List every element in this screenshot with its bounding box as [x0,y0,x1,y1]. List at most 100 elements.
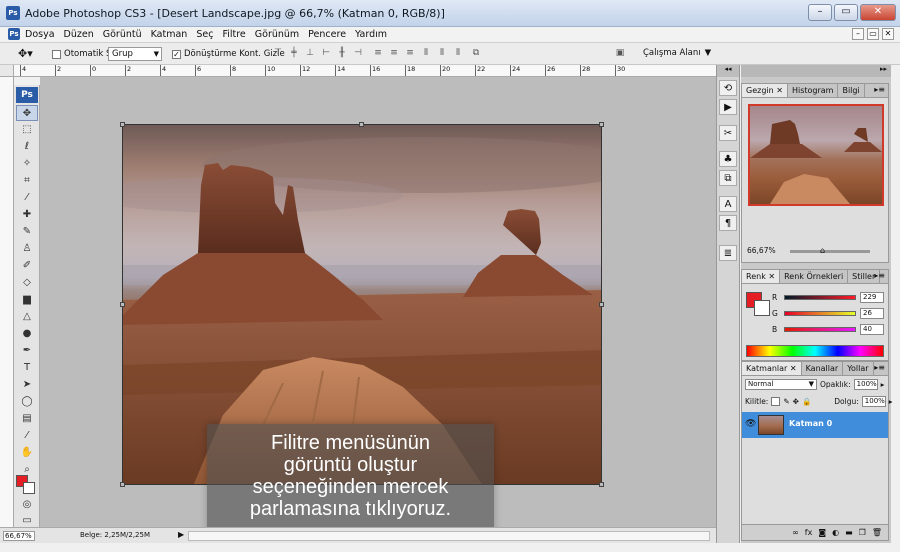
quick-mask-icon[interactable]: ◎ [16,497,38,513]
align-bottom-icon[interactable]: ⊥ [304,47,316,59]
actions-panel-icon[interactable]: ▶ [719,99,737,115]
menu-gorunum[interactable]: Görünüm [255,29,299,40]
marquee-tool-icon[interactable]: ⬚ [16,122,38,138]
auto-select-checkbox[interactable] [52,49,61,59]
align-top-icon[interactable]: ⊤ [272,47,284,59]
tab-renk[interactable]: Renk ✕ [742,270,781,283]
distribute-right-icon[interactable]: ⫴ [452,47,464,59]
crop-tool-icon[interactable]: ⌗ [16,173,38,189]
maximize-button[interactable]: ▭ [834,4,858,21]
red-slider[interactable] [784,295,856,300]
color-spectrum-bar[interactable] [746,345,884,357]
color-background-swatch[interactable] [754,300,770,316]
brushes-panel-icon[interactable]: ♣ [719,151,737,167]
menu-dosya[interactable]: Dosya [25,29,55,40]
tab-histogram[interactable]: Histogram [788,84,839,97]
ruler-origin[interactable] [0,65,14,77]
red-value-field[interactable]: 229 [860,292,884,303]
status-menu-arrow-icon[interactable]: ▶ [178,530,184,539]
blend-mode-dropdown[interactable]: Normal ▼ [745,379,817,390]
transform-controls-checkbox[interactable]: ✓ [172,49,181,59]
align-vcenter-icon[interactable]: ╪ [288,47,300,59]
menu-pencere[interactable]: Pencere [308,29,346,40]
notes-tool-icon[interactable]: ▤ [16,411,38,427]
collapse-arrows-icon[interactable]: ◂◂ [717,65,739,77]
distribute-top-icon[interactable]: ≡ [372,47,384,59]
new-group-icon[interactable]: ▬ [845,528,853,537]
menu-sec[interactable]: Seç [196,29,213,40]
blur-tool-icon[interactable]: △ [16,309,38,325]
doc-minimize-button[interactable]: – [852,28,864,40]
green-slider[interactable] [784,311,856,316]
distribute-bottom-icon[interactable]: ≡ [404,47,416,59]
panel-menu-icon[interactable]: ▸≡ [874,363,885,372]
doc-close-button[interactable]: ✕ [882,28,894,40]
move-tool-icon[interactable]: ✥ [16,105,38,121]
layer-mask-icon[interactable]: ◙ [818,528,826,537]
bridge-icon[interactable]: ▣ [614,47,626,59]
transform-controls-option[interactable]: ✓ Dönüştürme Kont. Gizle [172,49,285,59]
link-layers-icon[interactable]: ∞ [792,528,799,537]
magic-wand-tool-icon[interactable]: ✧ [16,156,38,172]
navigator-zoom-slider[interactable]: ⌂ [790,246,870,255]
lock-transparent-icon[interactable] [771,397,781,406]
new-layer-icon[interactable]: ❐ [859,528,866,537]
history-brush-tool-icon[interactable]: ✐ [16,258,38,274]
menu-yardim[interactable]: Yardım [355,29,387,40]
shape-tool-icon[interactable]: ◯ [16,394,38,410]
panel-menu-icon[interactable]: ≣ [719,245,737,261]
dodge-tool-icon[interactable]: ● [16,326,38,342]
pen-tool-icon[interactable]: ✒ [16,343,38,359]
type-tool-icon[interactable]: T [16,360,38,376]
document-size[interactable]: Belge: 2,25M/2,25M [80,531,150,539]
distribute-hcenter-icon[interactable]: ⫴ [436,47,448,59]
character-panel-icon[interactable]: A [719,196,737,212]
paragraph-panel-icon[interactable]: ¶ [719,215,737,231]
slider-knob-icon[interactable]: ⌂ [820,246,825,255]
photoshop-logo[interactable]: Ps [16,87,38,103]
tab-renk-ornekleri[interactable]: Renk Örnekleri [780,270,849,283]
transform-handle[interactable] [599,302,604,307]
horizontal-scrollbar[interactable] [188,531,710,541]
adjustment-layer-icon[interactable]: ◐ [832,528,839,537]
history-panel-icon[interactable]: ⟲ [719,80,737,96]
align-left-icon[interactable]: ⊢ [320,47,332,59]
green-value-field[interactable]: 26 [860,308,884,319]
eye-visibility-icon[interactable]: 👁 [745,419,756,429]
align-right-icon[interactable]: ⊣ [352,47,364,59]
hand-tool-icon[interactable]: ✋ [16,445,38,461]
transform-handle[interactable] [359,122,364,127]
eraser-tool-icon[interactable]: ◇ [16,275,38,291]
tab-gezgin[interactable]: Gezgin ✕ [742,84,788,97]
blue-value-field[interactable]: 40 [860,324,884,335]
tab-bilgi[interactable]: Bilgi [838,84,865,97]
vertical-ruler[interactable] [0,77,14,527]
distribute-left-icon[interactable]: ⫴ [420,47,432,59]
lock-position-icon[interactable]: ✥ [793,397,799,406]
transform-handle[interactable] [599,482,604,487]
opacity-field[interactable]: 100% [853,379,878,390]
auto-select-dropdown[interactable]: Grup ▼ [108,47,162,61]
background-color-swatch[interactable] [23,482,35,494]
distribute-vcenter-icon[interactable]: ≡ [388,47,400,59]
delete-layer-icon[interactable]: 🗑 [872,528,882,537]
brush-tool-icon[interactable]: ✎ [16,224,38,240]
tool-presets-icon[interactable]: ✂ [719,125,737,141]
menu-filtre[interactable]: Filtre [222,29,245,40]
menu-katman[interactable]: Katman [151,29,188,40]
navigator-zoom-value[interactable]: 66,67% [747,246,776,255]
zoom-level-field[interactable]: 66,67% [3,531,35,541]
tab-kanallar[interactable]: Kanallar [802,362,844,375]
transform-handle[interactable] [599,122,604,127]
blue-slider[interactable] [784,327,856,332]
fill-field[interactable]: 100% [861,396,886,407]
eyedropper-tool-icon[interactable]: ⁄ [16,428,38,444]
gradient-tool-icon[interactable]: ▆ [16,292,38,308]
panel-menu-icon[interactable]: ▸≡ [874,85,885,94]
lock-pixels-icon[interactable]: ✎ [783,397,789,406]
lock-all-icon[interactable]: 🔒 [802,397,811,406]
move-tool-preset-icon[interactable]: ✥▾ [18,47,33,60]
layer-row-katman-0[interactable]: 👁 Katman 0 [742,412,888,438]
menu-goruntu[interactable]: Görüntü [103,29,142,40]
auto-align-icon[interactable]: ⧉ [470,47,482,59]
